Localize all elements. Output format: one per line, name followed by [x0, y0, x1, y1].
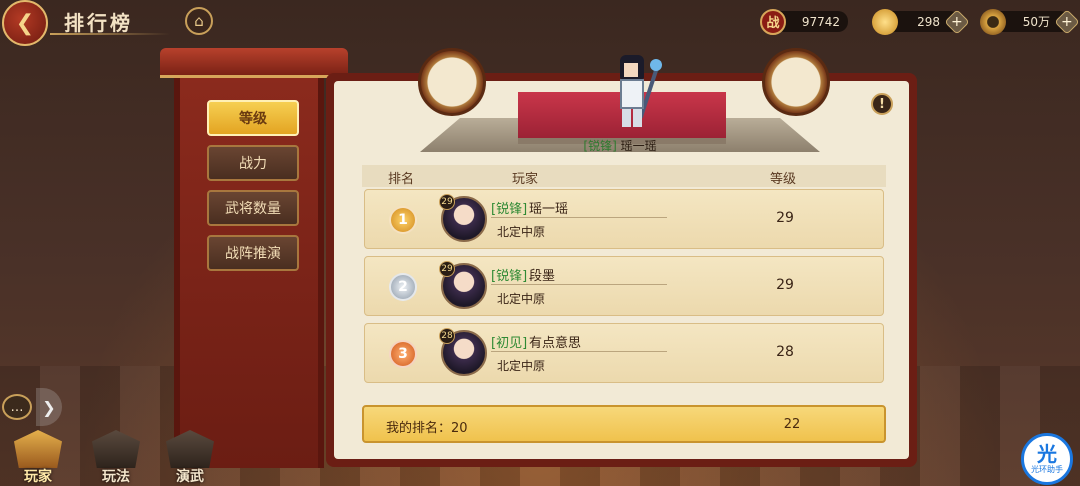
nav-tab-general-count[interactable]: 武将数量	[207, 190, 299, 226]
left-drum-icon	[418, 48, 486, 116]
page-title: 排行榜	[64, 11, 133, 35]
top-player-label: [锐锋] 瑶一瑶	[560, 137, 680, 155]
player-guild-tag: [初见]	[491, 336, 528, 351]
divider	[491, 217, 667, 218]
nav-roof-decoration	[160, 48, 348, 78]
nav-tab-label: 武将数量	[225, 201, 281, 217]
my-rank-bar: 我的排名：20 22	[362, 405, 886, 443]
table-row[interactable]: 1 29 [锐锋] 瑶一瑶 北定中原 29	[364, 189, 884, 249]
player-name: 瑶一瑶	[529, 202, 569, 217]
coin-display: 50万 +	[980, 8, 1080, 35]
player-server: 北定中原	[497, 292, 546, 306]
player-name: 有点意思	[529, 336, 582, 351]
player-server: 北定中原	[497, 225, 546, 239]
gold-ingot-display: 298 +	[872, 8, 970, 35]
column-level: 等级	[770, 172, 797, 187]
chat-bubble-icon: …	[10, 399, 24, 415]
avatar-level-badge: 29	[439, 261, 455, 277]
gold-ingot-value: 298	[917, 14, 940, 29]
exclamation-icon: !	[879, 96, 885, 112]
nav-tab-power[interactable]: 战力	[207, 145, 299, 181]
coin-value: 50万	[1022, 15, 1050, 29]
player-guild-tag: [锐锋]	[491, 202, 528, 217]
nav-pillar-background	[174, 78, 324, 468]
my-rank-label: 我的排名：20	[386, 421, 468, 436]
coin-icon	[980, 8, 1006, 35]
rank-badge-silver: 2	[389, 273, 417, 301]
top-bar: ❮ 排行榜 ⌂ 战 97742 298 + 50万 +	[0, 0, 1080, 46]
plus-icon: +	[1061, 13, 1073, 30]
tab-label: 玩家	[24, 469, 52, 485]
nav-tab-label: 战阵推演	[225, 246, 281, 262]
right-drum-icon	[762, 48, 830, 116]
helper-logo-icon: 光	[1037, 441, 1057, 466]
rank-badge-bronze: 3	[389, 340, 417, 368]
battle-power-value: 97742	[801, 14, 840, 29]
helper-label: 光环助手	[1031, 464, 1063, 474]
home-button[interactable]: ⌂	[185, 7, 213, 35]
avatar-level-badge: 28	[439, 328, 455, 344]
nav-tab-formation[interactable]: 战阵推演	[207, 235, 299, 271]
table-row[interactable]: 3 28 [初见] 有点意思 北定中原 28	[364, 323, 884, 383]
tab-label: 玩法	[102, 469, 130, 485]
tab-drill[interactable]: 演武	[160, 430, 220, 486]
divider	[491, 284, 667, 285]
tab-label: 演武	[176, 469, 204, 485]
player-guild-tag: [锐锋]	[491, 269, 528, 284]
table-row[interactable]: 2 29 [锐锋] 段墨 北定中原 29	[364, 256, 884, 316]
avatar-level-badge: 29	[439, 194, 455, 210]
top-player-character[interactable]	[610, 55, 662, 129]
chevron-right-icon: ❯	[42, 397, 56, 417]
column-rank: 排名	[388, 172, 415, 187]
nav-tab-label: 等级	[239, 111, 267, 127]
player-name: 段墨	[529, 269, 556, 284]
table-header: 排名 玩家 等级	[362, 165, 886, 187]
add-gold-button[interactable]: +	[944, 8, 970, 35]
chat-button[interactable]: …	[2, 394, 32, 420]
my-rank-level: 22	[783, 417, 801, 432]
info-button[interactable]: !	[871, 93, 893, 115]
player-level: 28	[776, 344, 794, 360]
back-button[interactable]: ❮	[2, 0, 48, 46]
nav-tab-label: 战力	[239, 156, 267, 172]
player-level: 29	[776, 277, 794, 293]
gold-ingot-icon	[872, 8, 898, 35]
top-player-name: 瑶一瑶	[620, 139, 657, 153]
pavilion-icon	[92, 430, 140, 468]
rank-badge-gold: 1	[389, 206, 417, 234]
battle-power-icon: 战	[760, 8, 786, 35]
plus-icon: +	[951, 13, 963, 30]
pavilion-icon	[166, 430, 214, 468]
divider	[491, 351, 667, 352]
tab-player[interactable]: 玩家	[8, 430, 68, 486]
pavilion-icon	[14, 430, 62, 468]
column-player: 玩家	[512, 172, 539, 187]
add-coin-button[interactable]: +	[1054, 8, 1080, 35]
nav-tab-level[interactable]: 等级	[207, 100, 299, 136]
title-underline	[50, 33, 170, 35]
battle-power-display: 战 97742	[760, 8, 848, 35]
player-server: 北定中原	[497, 359, 546, 373]
category-nav: 等级 战力 武将数量 战阵推演	[160, 48, 348, 468]
tab-gameplay[interactable]: 玩法	[86, 430, 146, 486]
back-arrow-icon: ❮	[15, 10, 35, 36]
helper-assistant-button[interactable]: 光 光环助手	[1021, 433, 1073, 485]
player-level: 29	[776, 210, 794, 226]
home-icon: ⌂	[194, 12, 204, 30]
top-player-tag: [锐锋]	[583, 139, 617, 153]
